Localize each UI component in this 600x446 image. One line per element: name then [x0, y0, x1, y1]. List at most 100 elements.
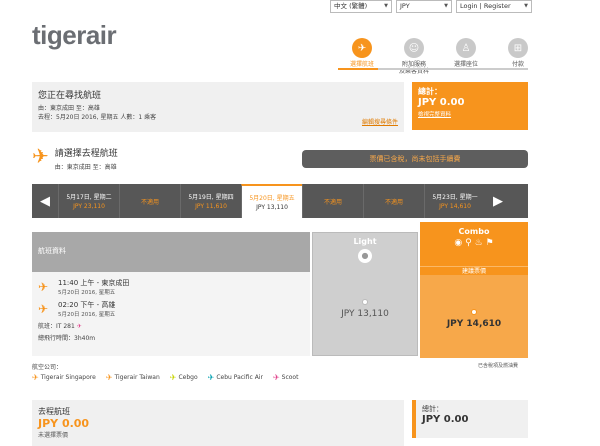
date-price: JPY 11,610	[195, 203, 227, 210]
flight-info: ✈ 11:40 上午 - 東京成田 5月20日 2016, 星期五 ✈ 02:20…	[32, 272, 310, 356]
fare-light-radio[interactable]	[362, 299, 368, 305]
airline-name: Cebu Pacific Air	[216, 374, 263, 381]
date-cell-selected[interactable]: 5月20日, 星期五 JPY 13,110	[241, 184, 302, 218]
date-cell[interactable]: 5月17日, 星期二 JPY 23,110	[58, 184, 119, 218]
plane-icon: ✈	[352, 38, 372, 58]
airline-item: ✈ Cebgo	[170, 373, 198, 382]
arrive-date: 5月20日 2016, 星期五	[58, 312, 116, 318]
total-box: 總計： JPY 0.00 檢視完整資料	[412, 82, 528, 130]
progress-line	[338, 68, 528, 70]
departing-summary: 去程航班 JPY 0.00 未選擇票價	[32, 400, 404, 446]
fare-combo-name: Combo	[458, 227, 490, 236]
tigerair-logo[interactable]: tigerair	[32, 20, 117, 51]
airline-name: Tigerair Singapore	[40, 374, 96, 381]
landing-icon: ✈	[38, 302, 49, 316]
fare-combo-radio[interactable]	[471, 309, 477, 315]
airline-name: Tigerair Taiwan	[114, 374, 160, 381]
edit-search-link[interactable]: 編輯搜尋條件	[362, 117, 398, 126]
currency-select[interactable]: JPY ▼	[396, 0, 452, 13]
date-cell: 不適用	[363, 184, 424, 218]
airline-item: ✈ Scoot	[273, 373, 299, 382]
airlines-label: 航空公司：	[32, 364, 63, 371]
date-label: 5月17日, 星期二	[66, 194, 112, 201]
fare-light-price: JPY 13,110	[341, 309, 389, 319]
fare-light-column[interactable]: Light ● JPY 13,110	[312, 232, 418, 356]
bag-icon: ●	[358, 249, 372, 263]
bottom-total-amount: JPY 0.00	[422, 414, 469, 425]
total-label: 總計：	[418, 87, 442, 96]
summary-trip: 去程：5月20日 2016, 星期五 人數：1 乘客	[38, 114, 157, 121]
airline-item: ✈ Tigerair Taiwan	[106, 373, 160, 382]
flight-number: IT 281	[56, 323, 75, 330]
account-value: Login | Register	[460, 2, 511, 10]
plane-icon: ✈	[272, 373, 280, 382]
date-price: JPY 14,610	[439, 203, 471, 210]
duration-row: 總飛行時間：3h40m	[38, 334, 304, 344]
airline-item: ✈ Cebu Pacific Air	[208, 373, 263, 382]
seat-icon: ♙	[456, 38, 476, 58]
departing-note: 未選擇票價	[38, 432, 69, 439]
summary-route: 由：東京成田 至：高雄	[38, 105, 100, 112]
fare-notice: 票價已含稅，尚未包括手續費	[302, 150, 528, 168]
airlines-legend: ✈ Tigerair Singapore ✈ Tigerair Taiwan ✈ Ce…	[32, 373, 298, 382]
account-select[interactable]: Login | Register ▼	[456, 0, 532, 13]
duration-value: 3h40m	[74, 335, 96, 342]
section-route: 由：東京成田 至：高雄	[54, 164, 117, 171]
date-label: 5月20日, 星期五	[249, 195, 295, 202]
plane-icon: ✈	[32, 373, 39, 382]
flight-label: 航班：	[38, 323, 57, 330]
airline-name: Cebgo	[178, 374, 198, 381]
prev-arrow-icon[interactable]: ◀	[32, 184, 58, 218]
date-cell: 不適用	[302, 184, 363, 218]
chevron-down-icon: ▼	[524, 3, 528, 9]
chevron-down-icon: ▼	[384, 3, 388, 9]
date-label: 不適用	[384, 198, 403, 206]
depart-date: 5月20日 2016, 星期五	[58, 290, 116, 296]
date-label: 5月19日, 星期四	[188, 194, 234, 201]
total-amount: JPY 0.00	[418, 97, 465, 108]
date-price: JPY 23,110	[73, 203, 105, 210]
depart-time: 11:40 上午 - 東京成田	[58, 279, 130, 287]
plane-icon: ✈	[207, 373, 215, 382]
plane-icon: ✈	[105, 373, 113, 382]
view-details-link[interactable]: 檢視完整資料	[418, 110, 522, 118]
bottom-total-box: 總計： JPY 0.00	[412, 400, 528, 438]
airline-item: ✈ Tigerair Singapore	[32, 373, 96, 382]
summary-heading: 您正在尋找航班	[38, 91, 102, 101]
passengers-icon: ☺	[404, 38, 424, 58]
date-price: JPY 13,110	[256, 204, 288, 211]
currency-value: JPY	[400, 2, 410, 10]
recommended-badge: 建議票價	[420, 266, 528, 275]
date-cell[interactable]: 5月19日, 星期四 JPY 11,610	[180, 184, 241, 218]
date-strip: ◀ 5月17日, 星期二 JPY 23,110 不適用 5月19日, 星期四 JPY…	[32, 184, 528, 218]
duration-label: 總飛行時間：	[38, 335, 75, 342]
language-select[interactable]: 中文 (繁體) ▼	[330, 0, 392, 13]
combo-services-icon: ◉ ⚲ ♨ ⚑	[454, 238, 494, 248]
date-label: 5月23日, 星期一	[432, 194, 478, 201]
next-arrow-icon[interactable]: ▶	[485, 184, 511, 218]
date-cell[interactable]: 5月23日, 星期一 JPY 14,610	[424, 184, 485, 218]
topbar: 中文 (繁體) ▼ JPY ▼ Login | Register ▼	[330, 0, 532, 13]
section-title: 請選擇去程航班	[54, 149, 118, 159]
takeoff-icon: ✈	[38, 280, 49, 294]
plane-icon: ✈	[169, 373, 177, 382]
fare-combo-column[interactable]: Combo ◉ ⚲ ♨ ⚑ 建議票價 JPY 14,610	[420, 222, 528, 358]
airline-name: Scoot	[281, 374, 299, 381]
booking-page: 中文 (繁體) ▼ JPY ▼ Login | Register ▼ tigerair…	[0, 0, 600, 446]
date-label: 不適用	[140, 198, 159, 206]
step-label: 選擇座位	[453, 61, 478, 68]
flight-info-header: 航班資料	[32, 232, 310, 272]
date-cell: 不適用	[119, 184, 180, 218]
section-header: ✈ 請選擇去程航班 由：東京成田 至：高雄	[32, 146, 118, 171]
fare-combo-price: JPY 14,610	[446, 319, 502, 329]
departing-amount: JPY 0.00	[38, 417, 90, 430]
plane-icon: ✈	[32, 144, 49, 168]
cart-icon: ⊞	[508, 38, 528, 58]
date-label: 不適用	[323, 198, 342, 206]
search-summary: 您正在尋找航班 由：東京成田 至：高雄 去程：5月20日 2016, 星期五 人…	[32, 82, 404, 132]
departing-label: 去程航班	[38, 407, 70, 416]
bottom-total-label: 總計：	[422, 405, 443, 413]
step-label: 付款	[511, 61, 524, 68]
step-label: 選擇航班	[349, 61, 374, 68]
logo-text: tigerair	[32, 20, 117, 50]
